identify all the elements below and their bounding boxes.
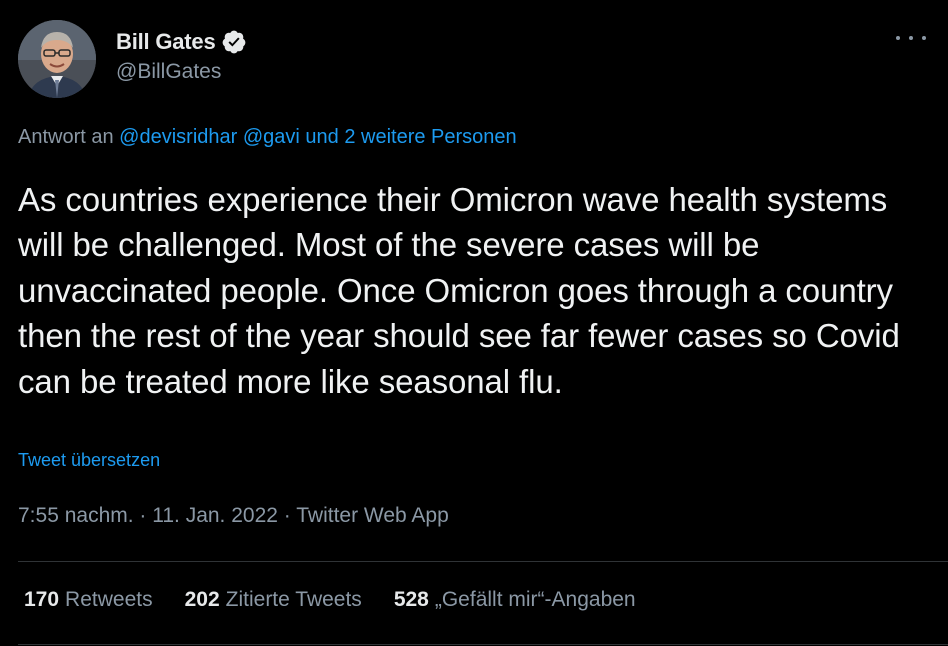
author-handle[interactable]: @BillGates [116,60,247,84]
stat-quote-tweets[interactable]: 202 Zitierte Tweets [185,588,362,612]
stat-retweets[interactable]: 170 Retweets [24,588,153,612]
verified-badge-icon [221,29,247,55]
stat-count: 202 [184,588,220,611]
divider [18,561,948,562]
reply-mentions-link[interactable]: @devisridhar @gavi und 2 weitere Persone… [119,126,516,148]
stat-label: „Gefällt mir“-Angaben [434,588,636,611]
name-row: Bill Gates [116,28,247,56]
tweet-timestamp[interactable]: 7:55 nachm. · 11. Jan. 2022 · Twitter We… [18,504,449,528]
tweet-stats: 170 Retweets 202 Zitierte Tweets 528 „Gefäl… [24,588,668,612]
reply-context: Antwort an @devisridhar @gavi und 2 weit… [18,126,517,149]
tweet-text: As countries experience their Omicron wa… [18,181,900,400]
stat-count: 170 [24,588,60,611]
stat-count: 528 [393,588,429,611]
tweet-detail: Bill Gates @BillGates Antwort an @devisr… [0,0,948,646]
more-options-icon[interactable] [896,28,926,48]
stat-label: Zitierte Tweets [225,588,362,611]
avatar[interactable] [18,20,96,98]
author-block: Bill Gates @BillGates [116,28,247,84]
divider [18,644,948,645]
reply-prefix: Antwort an [18,126,114,148]
stat-label: Retweets [65,588,153,611]
stat-likes[interactable]: 528 „Gefällt mir“-Angaben [394,588,636,612]
author-name[interactable]: Bill Gates [116,29,216,55]
translate-tweet-link[interactable]: Tweet übersetzen [18,450,160,471]
avatar-image [18,20,96,98]
